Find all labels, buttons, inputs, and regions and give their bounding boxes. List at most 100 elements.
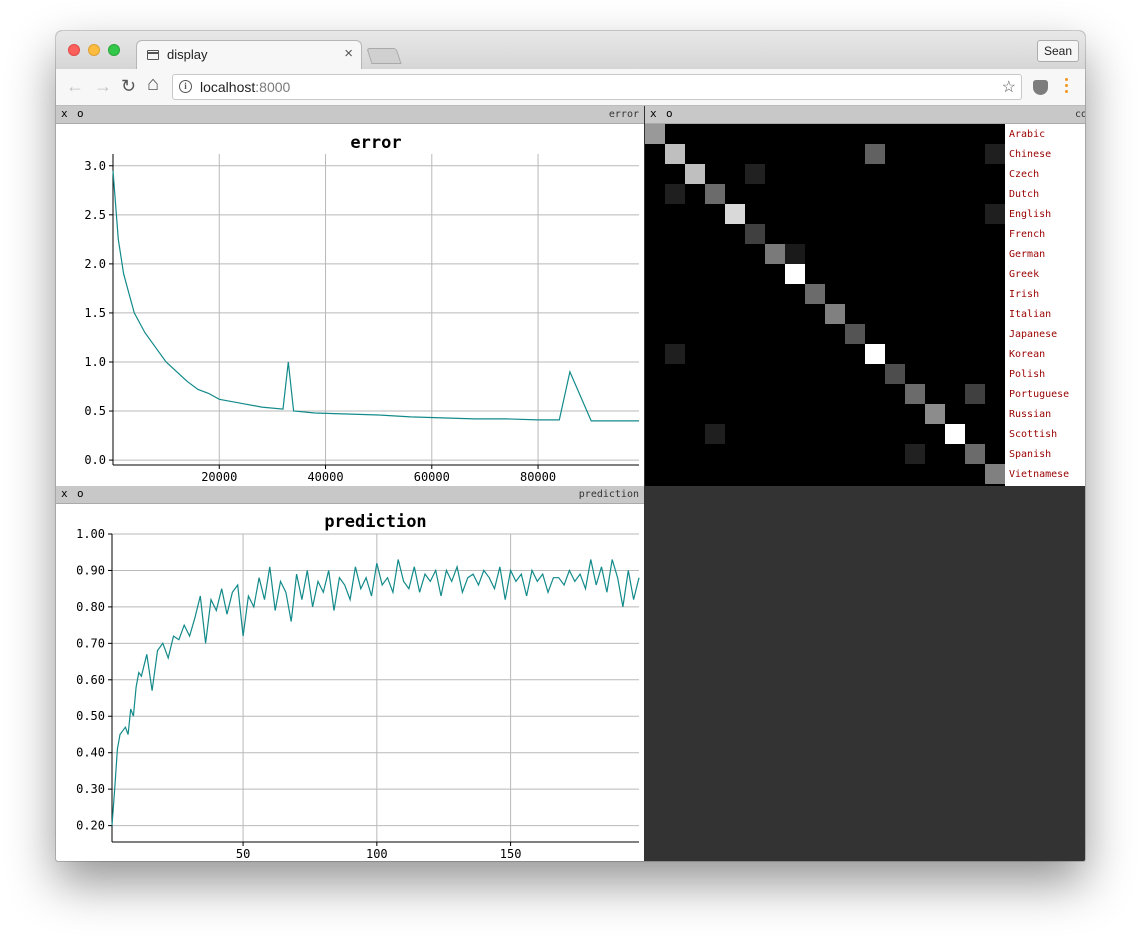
heatmap-cell: [665, 344, 685, 364]
error-y-tick-label: 2.5: [84, 208, 106, 222]
prediction-y-tick-label: 1.00: [76, 527, 105, 541]
heatmap-cell: [945, 424, 965, 444]
heatmap-cell: [825, 304, 845, 324]
close-window-button[interactable]: [68, 44, 80, 56]
panel-option-button[interactable]: o: [77, 487, 84, 500]
forward-arrow-icon[interactable]: →: [94, 76, 112, 96]
confusion-panel-bar[interactable]: x o co: [645, 106, 1085, 124]
heatmap-cell: [725, 204, 745, 224]
title-bar: display × Sean: [56, 31, 1085, 69]
heatmap-label: Irish: [1009, 289, 1039, 300]
tab-close-icon[interactable]: ×: [344, 45, 353, 62]
heatmap-label: Italian: [1009, 309, 1051, 320]
heatmap-cell: [905, 384, 925, 404]
panel-option-button[interactable]: o: [77, 107, 84, 120]
heatmap-label: Chinese: [1009, 149, 1051, 160]
heatmap-label: Polish: [1009, 369, 1045, 380]
heatmap-label: Japanese: [1009, 329, 1057, 340]
heatmap-cell: [665, 184, 685, 204]
prediction-series-line: [111, 559, 640, 826]
error-y-tick-label: 0.5: [84, 404, 106, 418]
panel-option-button[interactable]: o: [666, 107, 673, 120]
confusion-heatmap: Arabic Chinese Czech Dutch English French Germ…: [645, 124, 1085, 486]
heatmap-cell: [785, 244, 805, 264]
address-bar[interactable]: i localhost:8000 ☆: [172, 74, 1022, 100]
prediction-chart: prediction 0.20 0.30 0.40 0.50 0.60 0.70 0.80 0.…: [76, 512, 640, 861]
extension-icon[interactable]: [1033, 80, 1048, 95]
url-port: :8000: [255, 79, 291, 95]
error-y-tick-label: 0.0: [84, 453, 106, 467]
url-text[interactable]: localhost:8000: [200, 79, 290, 95]
prediction-y-tick-label: 0.60: [76, 673, 105, 687]
maximize-window-button[interactable]: [108, 44, 120, 56]
heatmap-label: Czech: [1009, 169, 1039, 180]
browser-toolbar: ← → ↻ ⌂ i localhost:8000 ☆: [56, 69, 1085, 106]
prediction-panel: x o prediction prediction 0.20 0.30 0.40 0.5…: [56, 486, 644, 861]
visdom-content: x o error error 0.0 0.5 1.0 1.5 2.0 2.5 3.0 2000…: [56, 106, 1085, 861]
error-y-tick-label: 1.5: [84, 306, 106, 320]
back-arrow-icon[interactable]: ←: [66, 76, 84, 96]
prediction-chart-title: prediction: [324, 512, 426, 532]
heatmap-cell: [965, 444, 985, 464]
confusion-plot-area: Arabic Chinese Czech Dutch English French Germ…: [645, 124, 1085, 486]
error-x-tick-label: 40000: [307, 470, 343, 484]
heatmap-cell: [705, 424, 725, 444]
heatmap-label: Vietnamese: [1009, 469, 1069, 480]
error-x-tick-label: 20000: [201, 470, 237, 484]
heatmap-cell: [745, 224, 765, 244]
info-icon[interactable]: i: [179, 80, 192, 93]
heatmap-label: Dutch: [1009, 189, 1039, 200]
panel-close-button[interactable]: x: [61, 487, 68, 500]
panel-close-button[interactable]: x: [650, 107, 657, 120]
panel-name: prediction: [578, 489, 639, 500]
heatmap-label: Arabic: [1009, 129, 1045, 140]
heatmap-label: Korean: [1009, 349, 1045, 360]
prediction-plot-area: prediction 0.20 0.30 0.40 0.50 0.60 0.70 0.80 0.…: [56, 504, 644, 861]
new-tab-button[interactable]: [366, 48, 402, 64]
heatmap-cell: [805, 284, 825, 304]
heatmap-cell: [685, 164, 705, 184]
error-plot-area: error 0.0 0.5 1.0 1.5 2.0 2.5 3.0 20000 40000 6000…: [56, 124, 644, 486]
prediction-y-tick-label: 0.80: [76, 600, 105, 614]
heatmap-cell: [765, 244, 785, 264]
prediction-y-tick-label: 0.50: [76, 709, 105, 723]
menu-dots-icon[interactable]: [1065, 78, 1069, 96]
heatmap-cell: [965, 384, 985, 404]
heatmap-cell: [985, 144, 1005, 164]
heatmap-cell: [905, 444, 925, 464]
heatmap-cell: [865, 144, 885, 164]
star-icon[interactable]: ☆: [1002, 77, 1016, 97]
heatmap-cell: [925, 404, 945, 424]
error-y-tick-label: 2.0: [84, 257, 106, 271]
error-chart-title: error: [350, 133, 401, 153]
heatmap-label: French: [1009, 229, 1045, 240]
heatmap-cell: [665, 144, 685, 164]
heatmap-label: Spanish: [1009, 449, 1051, 460]
prediction-y-tick-label: 0.70: [76, 636, 105, 650]
heatmap-label: Portuguese: [1009, 389, 1069, 400]
heatmap-cell: [985, 464, 1005, 484]
error-y-tick-label: 3.0: [84, 159, 106, 173]
panel-close-button[interactable]: x: [61, 107, 68, 120]
heatmap-label: Scottish: [1009, 429, 1057, 440]
profile-button[interactable]: Sean: [1036, 40, 1079, 62]
reload-icon[interactable]: ↻: [121, 76, 136, 96]
prediction-panel-bar[interactable]: x o prediction: [56, 486, 644, 504]
error-panel-bar[interactable]: x o error: [56, 106, 644, 124]
heatmap-cell: [745, 164, 765, 184]
error-chart: error 0.0 0.5 1.0 1.5 2.0 2.5 3.0 20000 40000 6000…: [84, 133, 639, 484]
prediction-y-tick-label: 0.90: [76, 563, 105, 577]
home-icon[interactable]: ⌂: [147, 74, 159, 94]
tab-display[interactable]: display ×: [136, 40, 362, 69]
heatmap-cell: [785, 264, 805, 284]
prediction-x-tick-label: 50: [236, 847, 250, 861]
error-panel: x o error error 0.0 0.5 1.0 1.5 2.0 2.5 3.0 2000…: [56, 106, 644, 486]
prediction-y-tick-label: 0.20: [76, 819, 105, 833]
heatmap-label: Greek: [1009, 269, 1039, 280]
heatmap-cell: [845, 324, 865, 344]
error-x-tick-label: 60000: [414, 470, 450, 484]
heatmap-cell: [985, 204, 1005, 224]
heatmap-cell: [865, 344, 885, 364]
heatmap-cell: [885, 364, 905, 384]
minimize-window-button[interactable]: [88, 44, 100, 56]
